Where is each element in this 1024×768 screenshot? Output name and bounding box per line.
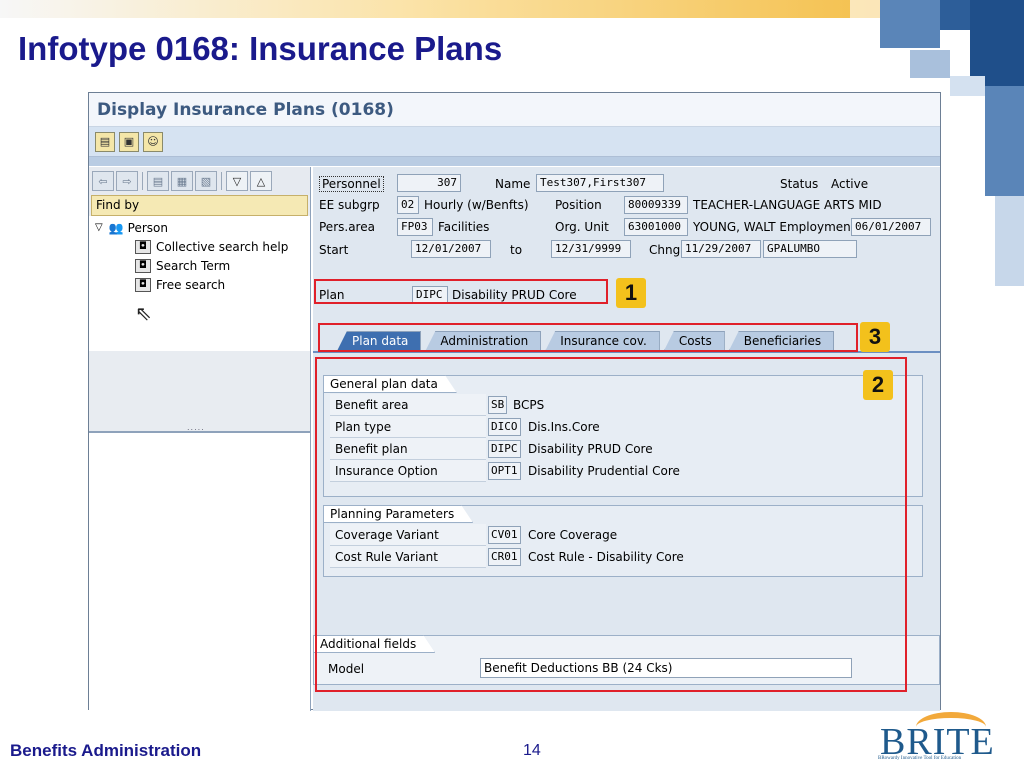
status-label: Status	[780, 177, 819, 191]
tree-item-label: Collective search help	[156, 239, 289, 254]
list-icon[interactable]: ▤	[147, 171, 169, 191]
arrow-right-icon[interactable]: ⇨	[116, 171, 138, 191]
brite-logo: BRITE BRowardy Innovative Tool for Educa…	[876, 712, 1016, 766]
page-number: 14	[523, 742, 541, 759]
binoculars-icon: ◘	[135, 277, 151, 292]
chevron-down-icon[interactable]: ▽	[95, 222, 103, 233]
pers-area-text: Facilities	[438, 220, 490, 234]
position-label: Position	[555, 198, 602, 212]
position-field[interactable]: 80009339	[624, 196, 688, 214]
org-unit-field[interactable]: 63001000	[624, 218, 688, 236]
separator	[221, 172, 222, 190]
footer-course-title: Benefits Administration	[10, 741, 202, 760]
search-tree: ▽ 👥 Person ◘ Collective search help ◘ Se…	[89, 216, 310, 351]
window-title: Display Insurance Plans (0168)	[89, 93, 940, 127]
logo-tagline: BRowardy Innovative Tool for Education	[878, 756, 962, 761]
changed-by-field[interactable]: GPALUMBO	[763, 240, 857, 258]
collapse-icon[interactable]: ▽	[226, 171, 248, 191]
binoculars-icon: ◘	[135, 239, 151, 254]
badge-1: 1	[616, 278, 646, 308]
plan-annotation-box	[314, 279, 608, 304]
personnel-label: Personnel	[319, 176, 384, 192]
object-navigator: ⇦ ⇨ ▤ ▦ ▧ ▽ △ Find by ▽ 👥 Person ◘ Colle…	[89, 167, 311, 711]
badge-2: 2	[863, 370, 893, 400]
person-group-icon: 👥	[108, 220, 124, 235]
chng-label: Chng	[649, 243, 681, 257]
expand-icon[interactable]: △	[250, 171, 272, 191]
to-label: to	[510, 243, 523, 257]
binoculars-icon: ◘	[135, 258, 151, 273]
name-field[interactable]: Test307,First307	[536, 174, 664, 192]
doc-icon[interactable]: ▣	[119, 131, 139, 152]
badge-3: 3	[860, 322, 890, 352]
org-unit-text: YOUNG, WALT Employmen	[693, 220, 851, 234]
ee-subgrp-text: Hourly (w/Benfts)	[424, 198, 529, 212]
slide-title: Infotype 0168: Insurance Plans	[18, 30, 503, 67]
navigator-toolbar: ⇦ ⇨ ▤ ▦ ▧ ▽ △	[89, 167, 310, 195]
changed-date-field[interactable]: 11/29/2007	[681, 240, 761, 258]
pers-area-label: Pers.area	[319, 220, 375, 234]
tree-item-label: Free search	[156, 277, 226, 292]
person-icon[interactable]: ☺	[143, 131, 163, 152]
position-text: TEACHER-LANGUAGE ARTS MID	[693, 198, 882, 212]
toolbar-strip	[89, 157, 940, 166]
doc-icon[interactable]: ▤	[95, 131, 115, 152]
start-label: Start	[319, 243, 349, 257]
personnel-field[interactable]: 307	[397, 174, 461, 192]
hit-list-area	[89, 431, 310, 711]
arrow-left-icon[interactable]: ⇦	[92, 171, 114, 191]
tree-node-label: Person	[127, 220, 168, 235]
end-date-field[interactable]: 12/31/9999	[551, 240, 631, 258]
content-annotation-box	[315, 357, 907, 692]
separator	[142, 172, 143, 190]
org-unit-date-field[interactable]: 06/01/2007	[851, 218, 931, 236]
tree-item-label: Search Term	[156, 258, 231, 273]
tree-item-free-search[interactable]: ◘ Free search	[89, 275, 310, 294]
tabs-annotation-box	[318, 323, 858, 352]
application-toolbar: ▤ ▣ ☺	[89, 127, 940, 157]
org-unit-label: Org. Unit	[555, 220, 609, 234]
tree-item-collective-search[interactable]: ◘ Collective search help	[89, 237, 310, 256]
tree-item-search-term[interactable]: ◘ Search Term	[89, 256, 310, 275]
mouse-cursor-icon: ⇖	[135, 301, 152, 325]
name-label: Name	[495, 177, 531, 191]
status-value: Active	[831, 177, 869, 191]
start-date-field[interactable]: 12/01/2007	[411, 240, 491, 258]
list-icon[interactable]: ▧	[195, 171, 217, 191]
ee-subgrp-label: EE subgrp	[319, 198, 380, 212]
pers-area-field[interactable]: FP03	[397, 218, 433, 236]
tree-node-person[interactable]: ▽ 👥 Person	[89, 218, 310, 237]
list-icon[interactable]: ▦	[171, 171, 193, 191]
ee-subgrp-field[interactable]: 02	[397, 196, 419, 214]
find-by-header[interactable]: Find by	[91, 195, 308, 216]
